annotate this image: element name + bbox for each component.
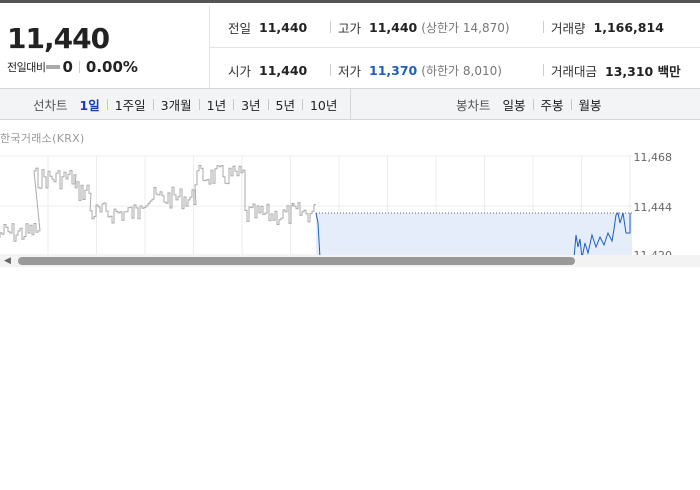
- tab-5y[interactable]: 5년: [276, 95, 295, 114]
- tab-weekly-candle[interactable]: 주봉: [541, 95, 564, 114]
- divider: [543, 21, 544, 33]
- high-cell: 고가 11,440 (상한가 14,870): [338, 19, 510, 36]
- open-cell: 시가 11,440: [228, 62, 308, 79]
- amount-value: 13,310 백만: [605, 63, 681, 79]
- tab-monthly-candle[interactable]: 월봉: [579, 95, 602, 114]
- today-area-fill: [316, 213, 632, 258]
- chart-canvas: [0, 155, 632, 258]
- line-chart-tabs: 선차트 1일 1주일 3개월 1년 3년 5년 10년: [33, 89, 337, 119]
- current-price: 11,440: [7, 22, 110, 55]
- change-label: 전일대비: [7, 61, 46, 74]
- volume-label: 거래량: [551, 20, 586, 36]
- tab-3y[interactable]: 3년: [241, 95, 260, 114]
- stats-row-1: 전일 11,440 고가 11,440 (상한가 14,870) 거래량 1,1…: [210, 6, 700, 48]
- tab-daily-candle[interactable]: 일봉: [503, 95, 526, 114]
- high-value: 11,440: [369, 19, 418, 35]
- tab-1d[interactable]: 1일: [80, 95, 100, 114]
- y-tick-label: 11,444: [633, 201, 673, 214]
- candle-chart-label: 봉차트: [456, 97, 491, 113]
- low-label: 저가: [338, 63, 362, 79]
- change-value: 0: [62, 58, 73, 76]
- volume-cell: 거래량 1,166,814: [551, 19, 664, 36]
- divider: [532, 98, 534, 110]
- unchanged-icon: [46, 65, 61, 69]
- open-value: 11,440: [259, 62, 308, 78]
- amount-label: 거래대금: [551, 63, 598, 79]
- open-label: 시가: [228, 63, 252, 79]
- price-summary: 11,440 전일대비 0 0.00%: [0, 6, 209, 91]
- divider: [543, 64, 544, 76]
- stats-row-2: 시가 11,440 저가 11,370 (하한가 8,010) 거래대금 13,…: [210, 49, 700, 91]
- prev-close-value: 11,440: [259, 19, 308, 35]
- low-value: 11,370: [369, 62, 418, 78]
- divider: [330, 21, 331, 33]
- scroll-left-icon[interactable]: ◀: [4, 257, 11, 266]
- tab-3m[interactable]: 3개월: [161, 95, 192, 114]
- candle-chart-tabs: 봉차트 일봉 주봉 월봉: [456, 89, 602, 119]
- tab-1y[interactable]: 1년: [207, 95, 226, 114]
- tab-1w[interactable]: 1주일: [115, 95, 146, 114]
- divider: [106, 98, 108, 110]
- upper-limit: (상한가 14,870): [421, 20, 510, 35]
- prev-close-cell: 전일 11,440: [228, 19, 308, 36]
- change-percent: 0.00%: [85, 58, 138, 76]
- amount-cell: 거래대금 13,310 백만: [551, 62, 681, 79]
- divider: [198, 98, 200, 110]
- y-tick-label: 11,468: [633, 151, 673, 164]
- quote-stats: 전일 11,440 고가 11,440 (상한가 14,870) 거래량 1,1…: [209, 6, 700, 91]
- divider: [152, 98, 154, 110]
- line-chart-label: 선차트: [33, 97, 68, 113]
- divider: [330, 64, 331, 76]
- divider: [301, 98, 303, 110]
- volume-value: 1,166,814: [593, 19, 664, 35]
- prev-close-label: 전일: [228, 20, 252, 36]
- tab-10y[interactable]: 10년: [310, 95, 337, 114]
- tab-group-divider: [350, 89, 351, 119]
- divider: [78, 61, 80, 73]
- intraday-chart[interactable]: 11,468 11,444 11,420: [0, 143, 700, 258]
- divider: [267, 98, 269, 110]
- previous-day-line: [0, 165, 316, 242]
- low-cell: 저가 11,370 (하한가 8,010): [338, 62, 502, 79]
- high-label: 고가: [338, 20, 362, 36]
- divider: [570, 98, 572, 110]
- scroll-thumb[interactable]: [18, 257, 575, 265]
- divider: [233, 98, 235, 110]
- chart-scrollbar[interactable]: ◀: [0, 255, 700, 267]
- price-change-row: 전일대비 0 0.00%: [7, 58, 138, 76]
- lower-limit: (하한가 8,010): [421, 63, 502, 78]
- chart-tab-bar: 선차트 1일 1주일 3개월 1년 3년 5년 10년 봉차트 일봉 주봉 월봉: [0, 88, 700, 120]
- quote-header: 11,440 전일대비 0 0.00% 전일 11,440 고가 11,440 …: [0, 0, 700, 91]
